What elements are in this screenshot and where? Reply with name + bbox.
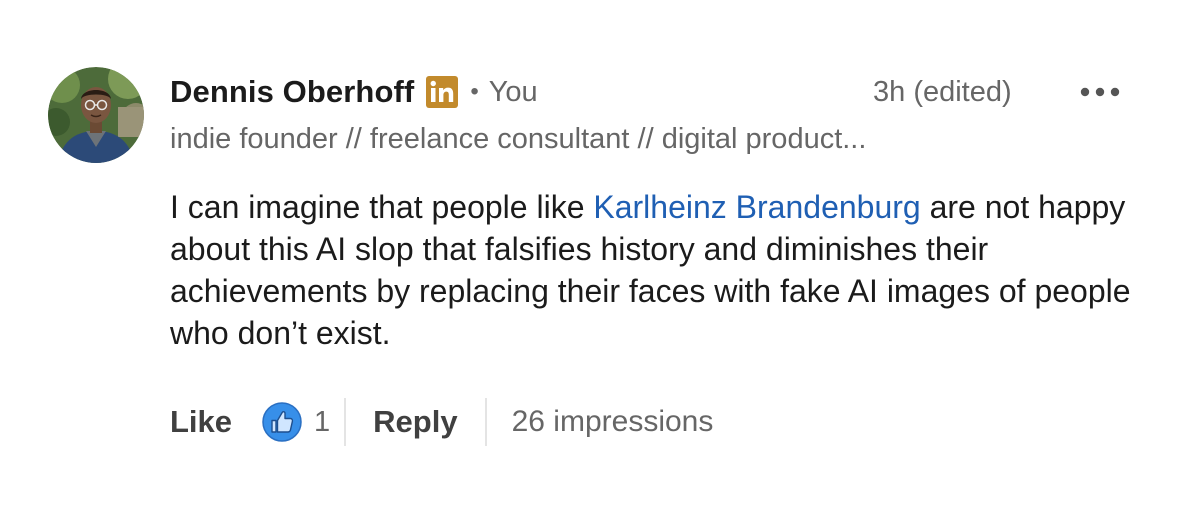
author-name[interactable]: Dennis Oberhoff: [170, 74, 414, 110]
like-count[interactable]: 1: [314, 406, 330, 439]
author-headline: indie founder // freelance consultant //…: [170, 123, 867, 155]
comment-header: Dennis Oberhoff • You: [170, 70, 538, 114]
action-divider: [484, 398, 487, 446]
comment-card: Dennis Oberhoff • You 3h (edited) indie …: [0, 0, 1179, 505]
more-options-button[interactable]: [1076, 76, 1126, 108]
like-button[interactable]: Like: [170, 404, 232, 440]
impressions-count[interactable]: 26 impressions: [512, 405, 714, 439]
reply-button[interactable]: Reply: [373, 404, 457, 440]
avatar-photo: [48, 67, 144, 163]
linkedin-icon: [426, 76, 459, 108]
comment-text-start: I can imagine that people like: [170, 189, 594, 225]
avatar[interactable]: [48, 67, 144, 163]
action-divider: [344, 398, 347, 446]
mention-link[interactable]: Karlheinz Brandenburg: [593, 189, 920, 225]
comment-body: I can imagine that people like Karlheinz…: [170, 186, 1160, 354]
thumbs-up-icon[interactable]: [262, 402, 302, 442]
separator-dot: •: [470, 78, 479, 105]
ellipsis-icon: [1080, 87, 1120, 97]
relation-label: You: [488, 75, 538, 108]
comment-timestamp: 3h (edited): [873, 76, 1012, 108]
comment-actions: Like 1 Reply 26 impressions: [170, 396, 713, 448]
